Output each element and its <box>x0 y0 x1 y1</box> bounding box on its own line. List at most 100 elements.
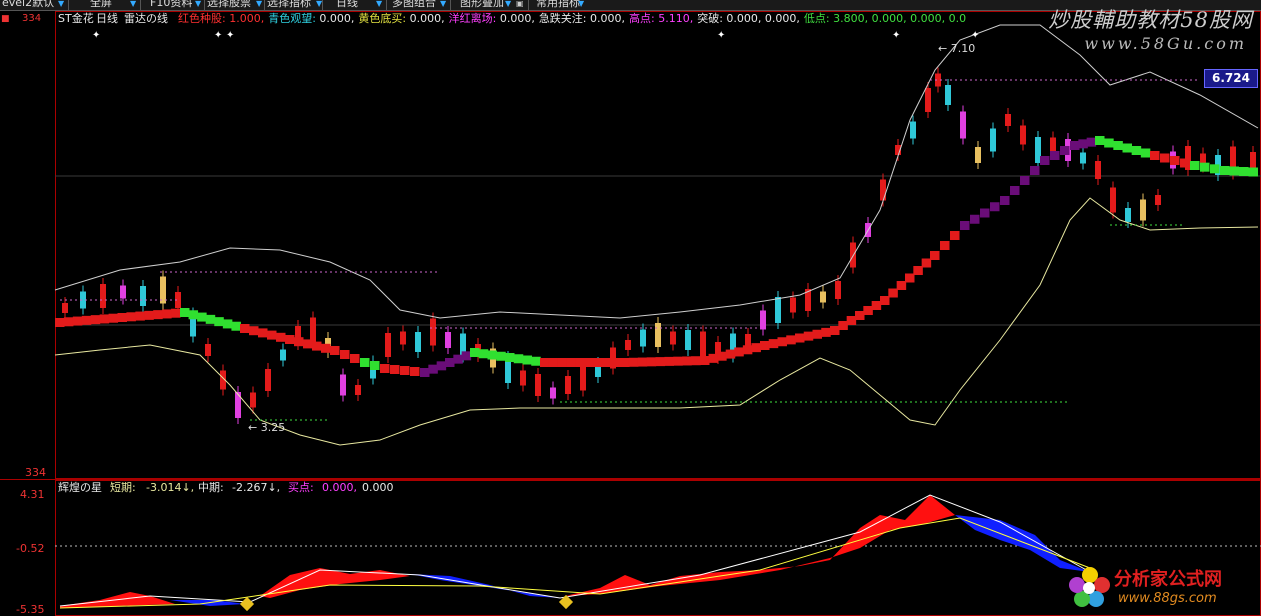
candle-body <box>640 329 646 347</box>
trend-ribbon-step <box>531 356 541 366</box>
legend-label: 高点: <box>629 12 655 25</box>
legend-item: 黄色底买: 0.000, <box>358 12 444 25</box>
indicator-name: 雷达の线 <box>124 12 168 25</box>
mid-term-label: 中期: <box>198 481 224 494</box>
candle-body <box>355 385 361 395</box>
trend-ribbon-step <box>1030 166 1040 175</box>
sub-area-red <box>260 568 410 598</box>
candle-body <box>820 291 826 303</box>
legend-value: 0.000, <box>586 12 626 25</box>
trend-ribbon-step <box>487 350 497 360</box>
legend-label: 低点: <box>803 12 830 25</box>
buy-point-icon <box>239 596 255 612</box>
trend-ribbon-step <box>81 315 92 325</box>
trend-ribbon-step <box>896 281 907 290</box>
candle-body <box>535 374 541 396</box>
trend-ribbon-step <box>921 258 932 268</box>
close-marker-icon[interactable]: ■ <box>1 13 10 26</box>
candle-body <box>415 332 421 352</box>
trend-ribbon-step <box>1220 166 1230 175</box>
trend-ribbon-step <box>99 314 110 324</box>
trend-ribbon-step <box>321 343 331 353</box>
trend-ribbon-step <box>548 358 559 367</box>
trend-ribbon-step <box>276 332 286 342</box>
trend-ribbon-step <box>880 296 890 305</box>
trend-ribbon-step <box>830 326 840 335</box>
period-label: 日线 <box>96 12 118 25</box>
trend-ribbon-step <box>1210 164 1220 174</box>
trend-ribbon-step <box>593 358 603 367</box>
trend-ribbon-step <box>1113 141 1123 150</box>
trend-ribbon-step <box>350 354 360 363</box>
trend-ribbon-step <box>205 314 216 324</box>
candle-body <box>1250 152 1256 168</box>
trend-ribbon-step <box>960 221 970 230</box>
trend-ribbon-step <box>370 361 380 370</box>
trend-ribbon-step <box>980 208 990 218</box>
trend-ribbon-step <box>1020 176 1030 185</box>
legend-value: 3.800, 0.000, 0.000, 0.0 <box>829 12 967 25</box>
trend-ribbon-step <box>55 318 65 327</box>
legend-item: 突破: 0.000, 0.000, <box>697 12 800 25</box>
trend-ribbon-step <box>1095 136 1105 145</box>
trend-ribbon-step <box>197 312 207 322</box>
candle-body <box>925 88 931 112</box>
trend-ribbon-step <box>970 214 980 224</box>
candle-body <box>945 85 951 105</box>
trend-ribbon-step <box>222 319 233 329</box>
legend-value: 0.000, <box>406 12 445 25</box>
star-marker-icon: ✦ <box>717 30 725 41</box>
trend-ribbon-step <box>1000 196 1010 205</box>
watermark-title: 炒股輔助教材58股网 <box>1048 8 1253 32</box>
trend-ribbon-step <box>117 313 127 322</box>
candle-body <box>835 281 841 299</box>
buy-point-icon <box>558 594 574 610</box>
bottom-axis-label: 334 <box>25 466 46 479</box>
short-term-label: 短期: <box>110 481 136 494</box>
trend-ribbon-step <box>871 301 882 310</box>
sub-axis-top: 4.31 <box>20 488 45 501</box>
candle-body <box>1080 152 1086 164</box>
trend-ribbon-step <box>522 355 532 365</box>
candle-body <box>550 387 556 399</box>
candle-body <box>670 331 676 345</box>
candle-body <box>1095 161 1101 179</box>
brand-name: 分析家公式网 <box>1114 569 1222 590</box>
candle-body <box>205 344 211 356</box>
candle-body <box>990 128 996 152</box>
kline-chart[interactable]: ✦ ✦ ✦ ✦ ✦ ✦ <box>0 0 1261 616</box>
legend-item: 红色种股: 1.000, <box>178 12 264 25</box>
trend-ribbon-step <box>380 364 390 373</box>
candle-body <box>760 310 766 330</box>
trend-ribbon-step <box>513 354 524 364</box>
sub-indicator-title: 辉煌の星 <box>58 481 102 494</box>
trend-ribbon-step <box>700 356 710 365</box>
legend-label: 洋红离场: <box>448 12 497 25</box>
legend-value: 0.000, <box>496 12 535 25</box>
legend-value: 1.000, <box>225 12 265 25</box>
candle-body <box>975 147 981 163</box>
legend-item: 洋红离场: 0.000, <box>449 12 535 25</box>
legend-item: 高点: 5.110, <box>629 12 693 25</box>
star-marker-icon: ✦ <box>92 30 100 41</box>
trend-ribbon-step <box>1104 138 1114 148</box>
trend-ribbon-step <box>768 339 779 349</box>
trend-ribbon-step <box>1140 148 1151 158</box>
mid-term-value: -2.267↓, <box>232 481 281 494</box>
trend-ribbon-step <box>360 358 370 367</box>
trend-ribbon-step <box>1190 161 1200 170</box>
trend-ribbon-step <box>812 329 822 339</box>
trend-ribbon-step <box>803 331 814 341</box>
trend-ribbon-step <box>863 306 873 315</box>
candle-body <box>625 340 631 350</box>
trend-ribbon-step <box>655 357 666 367</box>
legend-label: 黄色底买: <box>358 12 407 25</box>
trend-ribbon-step <box>496 351 506 361</box>
trend-ribbon-step <box>312 341 322 351</box>
trend-ribbon-step <box>777 337 787 347</box>
trend-ribbon-step <box>540 358 550 367</box>
trend-ribbon-step <box>249 326 259 336</box>
extra-value: 0.000 <box>362 481 394 494</box>
trend-ribbon-step <box>664 356 674 366</box>
short-term-value: -3.014↓, <box>146 481 195 494</box>
